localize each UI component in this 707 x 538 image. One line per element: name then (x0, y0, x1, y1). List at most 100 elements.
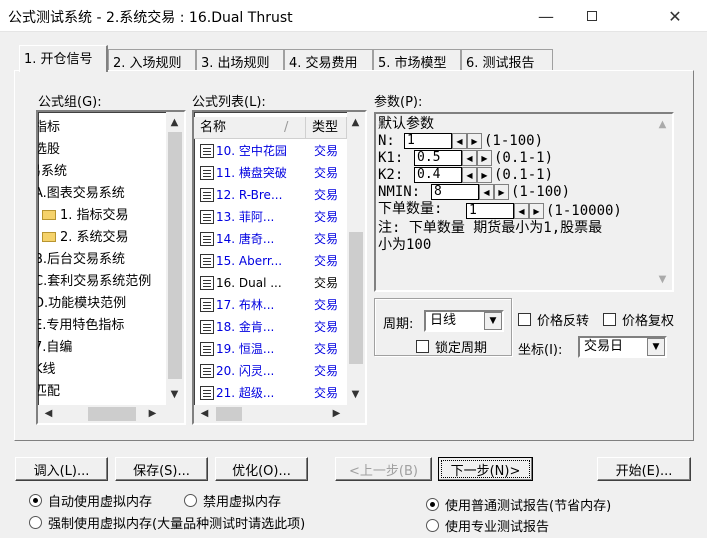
tree-item[interactable]: 匹配 (38, 381, 60, 403)
spin-left-icon[interactable]: ◀ (514, 203, 529, 219)
radio-icon[interactable] (29, 516, 42, 529)
spin-right-icon[interactable]: ▶ (467, 133, 482, 149)
params-vscrollbar[interactable]: ▲ ▼ (654, 114, 672, 290)
tree-item[interactable]: 7.自编 (38, 337, 72, 359)
scroll-thumb[interactable] (168, 132, 182, 379)
period-select[interactable]: 日线 ▼ (424, 310, 504, 332)
spin-left-icon[interactable]: ◀ (462, 150, 477, 166)
optimize-button[interactable]: 优化(O)... (215, 457, 308, 481)
radio-icon[interactable] (184, 494, 197, 507)
table-row[interactable]: 11. 横盘突破 交易 (194, 162, 347, 184)
param-k2-input[interactable]: 0.4 (414, 167, 462, 183)
param-k1-spinner[interactable]: ◀ ▶ (462, 150, 492, 166)
prev-step-button[interactable]: <上一步(B) (335, 457, 432, 481)
table-row[interactable]: 10. 空中花园 交易 (194, 140, 347, 162)
minimize-icon[interactable]: — (523, 0, 569, 32)
scroll-up-icon[interactable]: ▲ (347, 114, 364, 131)
checkbox-icon[interactable] (603, 313, 616, 326)
normal-report-radio[interactable]: 使用普通测试报告(节省内存) (426, 495, 611, 514)
scroll-right-icon[interactable]: ▶ (328, 405, 345, 422)
import-button[interactable]: 调入(L)... (15, 457, 108, 481)
lock-period-checkbox[interactable]: 锁定周期 (416, 337, 487, 356)
scroll-thumb[interactable] (216, 407, 242, 421)
table-row[interactable]: 17. 布林... 交易 (194, 294, 347, 316)
tab-trade-fees[interactable]: 4. 交易费用 (284, 49, 373, 71)
chevron-down-icon[interactable]: ▼ (647, 338, 665, 356)
checkbox-icon[interactable] (416, 340, 429, 353)
tab-exit-rules[interactable]: 3. 出场规则 (196, 49, 284, 71)
pro-report-radio[interactable]: 使用专业测试报告 (426, 516, 549, 535)
maximize-icon[interactable] (569, 0, 615, 32)
tree-vscrollbar[interactable]: ▲ ▼ (166, 112, 184, 405)
radio-icon[interactable] (426, 498, 439, 511)
param-n-spinner[interactable]: ◀ ▶ (452, 133, 482, 149)
spin-left-icon[interactable]: ◀ (462, 167, 477, 183)
list-hscrollbar[interactable]: ◀ ▶ (194, 405, 365, 423)
spin-right-icon[interactable]: ▶ (477, 150, 492, 166)
auto-vmem-radio[interactable]: 自动使用虚拟内存 (29, 491, 152, 510)
tree-item[interactable]: K线 (38, 359, 56, 381)
list-vscrollbar[interactable]: ▲ ▼ (347, 112, 365, 405)
tree-item[interactable]: D.功能模块范例 (38, 293, 126, 315)
table-row[interactable]: 18. 金肯... 交易 (194, 316, 347, 338)
scroll-up-icon[interactable]: ▲ (166, 114, 183, 131)
disable-vmem-radio[interactable]: 禁用虚拟内存 (184, 491, 281, 510)
scroll-right-icon[interactable]: ▶ (144, 405, 161, 422)
tree-item[interactable]: 指标 (38, 117, 60, 139)
close-icon[interactable]: ✕ (652, 0, 698, 32)
param-nmin-input[interactable]: 8 (431, 184, 479, 200)
spin-left-icon[interactable]: ◀ (452, 133, 467, 149)
scroll-up-icon[interactable]: ▲ (654, 116, 671, 133)
param-k1-input[interactable]: 0.5 (414, 150, 462, 166)
table-row[interactable]: 14. 唐奇... 交易 (194, 228, 347, 250)
table-row[interactable]: 16. Dual ... 交易 (194, 272, 347, 294)
tree-item[interactable]: 1. 指标交易 (42, 205, 129, 227)
table-row[interactable]: 13. 菲阿... 交易 (194, 206, 347, 228)
scroll-left-icon[interactable]: ◀ (40, 405, 57, 422)
radio-icon[interactable] (29, 494, 42, 507)
tree-item[interactable]: E.专用特色指标 (38, 315, 124, 337)
tab-test-report[interactable]: 6. 测试报告 (461, 49, 553, 71)
spin-right-icon[interactable]: ▶ (494, 184, 509, 200)
tab-open-signal[interactable]: 1. 开仓信号 (19, 45, 108, 72)
scroll-thumb[interactable] (349, 232, 363, 364)
price-reverse-checkbox[interactable]: 价格反转 (518, 310, 589, 329)
start-button[interactable]: 开始(E)... (597, 457, 691, 481)
price-adjust-checkbox[interactable]: 价格复权 (603, 310, 674, 329)
table-row[interactable]: 15. Aberr... 交易 (194, 250, 347, 272)
tree-item[interactable]: 选股 (38, 139, 60, 161)
tree-hscrollbar[interactable]: ◀ ▶ (38, 405, 184, 423)
formula-group-tree[interactable]: 指标 选股 易系统 A.图表交易系统 1. 指标交易 2. 系统交易 B.后台交… (36, 110, 186, 425)
param-qty-spinner[interactable]: ◀ ▶ (514, 203, 544, 219)
scroll-down-icon[interactable]: ▼ (166, 386, 183, 403)
scroll-down-icon[interactable]: ▼ (654, 271, 671, 288)
save-button[interactable]: 保存(S)... (115, 457, 208, 481)
coord-select[interactable]: 交易日 ▼ (578, 336, 667, 358)
checkbox-icon[interactable] (518, 313, 531, 326)
tab-entry-rules[interactable]: 2. 入场规则 (108, 49, 196, 71)
force-vmem-radio[interactable]: 强制使用虚拟内存(大量品种测试时请选此项) (29, 513, 305, 532)
spin-left-icon[interactable]: ◀ (479, 184, 494, 200)
param-qty-input[interactable]: 1 (466, 203, 514, 219)
formula-list[interactable]: 名称 / 类型 10. 空中花园 交易 11. 横盘突破 交易 12. R-Bre... 交… (192, 110, 367, 425)
col-header-type[interactable]: 类型 (306, 117, 347, 139)
table-row[interactable]: 12. R-Bre... 交易 (194, 184, 347, 206)
scroll-thumb[interactable] (88, 407, 136, 421)
spin-right-icon[interactable]: ▶ (477, 167, 492, 183)
tree-item[interactable]: A.图表交易系统 (38, 183, 125, 205)
radio-icon[interactable] (426, 519, 439, 532)
scroll-left-icon[interactable]: ◀ (196, 405, 213, 422)
tree-item[interactable]: 易系统 (38, 161, 67, 183)
spin-right-icon[interactable]: ▶ (529, 203, 544, 219)
chevron-down-icon[interactable]: ▼ (484, 312, 502, 330)
param-n-input[interactable]: 1 (404, 133, 452, 149)
table-row[interactable]: 19. 恒温... 交易 (194, 338, 347, 360)
next-step-button[interactable]: 下一步(N)> (438, 457, 533, 481)
tree-item[interactable]: C.套利交易系统范例 (38, 271, 151, 293)
table-row[interactable]: 21. 超级... 交易 (194, 382, 347, 404)
table-row[interactable]: 20. 闪灵... 交易 (194, 360, 347, 382)
tab-market-model[interactable]: 5. 市场模型 (373, 49, 461, 71)
param-k2-spinner[interactable]: ◀ ▶ (462, 167, 492, 183)
col-header-name[interactable]: 名称 / (194, 117, 306, 139)
tree-item[interactable]: B.后台交易系统 (38, 249, 125, 271)
